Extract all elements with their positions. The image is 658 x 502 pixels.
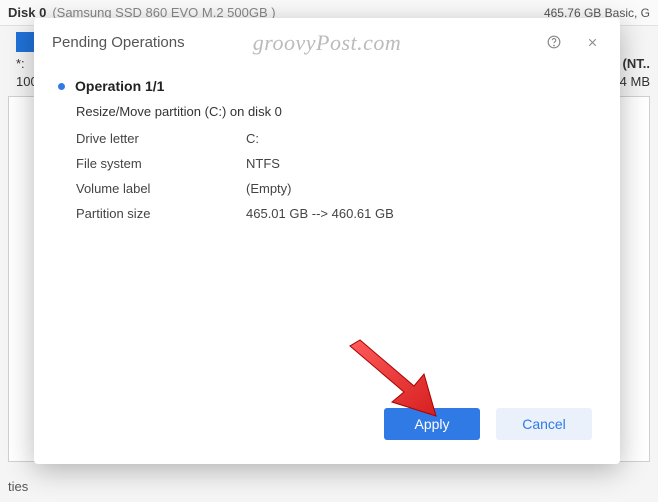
help-icon[interactable] (544, 32, 564, 52)
dialog-footer: Apply Cancel (34, 408, 620, 464)
apply-button[interactable]: Apply (384, 408, 480, 440)
bg-right-mb: 4 MB (620, 74, 650, 89)
bullet-icon (58, 83, 65, 90)
pending-operations-dialog: Pending Operations groovyPost.com Operat… (34, 18, 620, 464)
partition-size-label: Partition size (76, 206, 246, 221)
drive-letter-value: C: (246, 131, 590, 146)
bg-footer-ties: ties (8, 479, 28, 494)
operation-description: Resize/Move partition (C:) on disk 0 (76, 104, 590, 119)
close-icon[interactable] (582, 32, 602, 52)
drive-letter-label: Drive letter (76, 131, 246, 146)
operation-details: Drive letter C: File system NTFS Volume … (76, 131, 590, 221)
bg-row-star: *: (16, 56, 25, 71)
file-system-label: File system (76, 156, 246, 171)
file-system-value: NTFS (246, 156, 590, 171)
operation-title: Operation 1/1 (75, 78, 164, 94)
operation-header: Operation 1/1 (64, 78, 590, 94)
watermark-text: groovyPost.com (253, 30, 402, 56)
partition-size-value: 465.01 GB --> 460.61 GB (246, 206, 590, 221)
cancel-button[interactable]: Cancel (496, 408, 592, 440)
apply-button-label: Apply (414, 416, 449, 432)
dialog-body: Operation 1/1 Resize/Move partition (C:)… (34, 62, 620, 408)
cancel-button-label: Cancel (522, 416, 566, 432)
dialog-header: Pending Operations groovyPost.com (34, 18, 620, 62)
bg-right-nt: (NT.. (623, 56, 650, 71)
dialog-title: Pending Operations (52, 34, 185, 51)
volume-label-value: (Empty) (246, 181, 590, 196)
volume-label-label: Volume label (76, 181, 246, 196)
